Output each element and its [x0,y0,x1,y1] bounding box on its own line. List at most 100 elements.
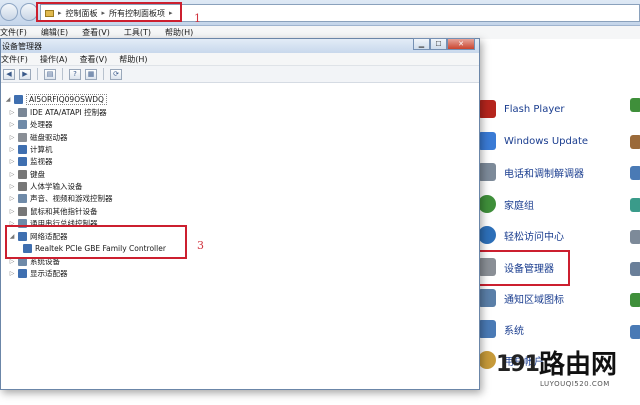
expand-icon[interactable]: ▷ [9,183,15,190]
category-label: 鼠标和其他指针设备 [30,206,98,216]
partial-item-icon[interactable] [630,262,640,276]
category-label: 监视器 [30,156,53,166]
menu-file[interactable]: 文件(F) [0,27,27,38]
minimize-button[interactable]: ▁ [413,38,430,50]
partial-item-icon[interactable] [630,166,640,180]
toolbar-separator [37,68,38,80]
partial-item-icon[interactable] [630,135,640,149]
partial-item-icon[interactable] [630,293,640,307]
maximize-button[interactable]: ☐ [430,38,447,50]
tree-category[interactable]: ▷ 人体学输入设备 [9,180,83,192]
expand-icon[interactable]: ▷ [9,121,15,128]
sound-icon [18,193,27,203]
cp-item-label: 系统 [504,325,524,337]
tree-category[interactable]: ▷ 计算机 [9,143,53,155]
partial-item-icon[interactable] [630,198,640,212]
dm-menu-help[interactable]: 帮助(H) [119,54,147,65]
tree-category[interactable]: ▷ 鼠标和其他指针设备 [9,205,98,217]
help-icon[interactable]: ? [69,68,81,80]
menu-edit[interactable]: 编辑(E) [41,27,68,38]
category-label: 计算机 [30,144,53,154]
back-arrow-icon[interactable]: ◀ [3,68,15,80]
annotation-box-3 [5,225,187,259]
tree-category[interactable]: ▷ 显示适配器 [9,267,68,279]
partial-item-icon[interactable] [630,230,640,244]
annotation-label-1: 1 [194,12,201,25]
cp-item-phone-modem[interactable]: 电话和调制解调器 [478,161,584,183]
homegroup-icon [478,195,496,213]
category-label: IDE ATA/ATAPI 控制器 [30,107,107,117]
tree-root-computer[interactable]: ◢ AI5ORFIQ09OSWDQ [5,93,107,105]
cp-item-label: 家庭组 [504,200,534,212]
category-label: 人体学输入设备 [30,181,83,191]
expand-icon[interactable]: ▷ [9,134,15,141]
scan-hardware-icon[interactable]: ⟳ [110,68,122,80]
category-label: 显示适配器 [30,268,68,278]
dm-menu-file[interactable]: 文件(F) [1,54,28,65]
monitor-icon [18,156,27,166]
expand-icon[interactable]: ▷ [9,270,15,277]
disk-drive-icon [18,132,27,142]
cp-item-flash-player[interactable]: Flash Player [478,98,565,120]
notification-area-icon [478,289,496,307]
properties-icon[interactable]: ▦ [85,68,97,80]
menu-view[interactable]: 查看(V) [82,27,110,38]
forward-arrow-icon[interactable]: ▶ [19,68,31,80]
back-button[interactable] [0,3,18,21]
hid-icon [18,181,27,191]
tree-category[interactable]: ▷ 监视器 [9,155,53,167]
expand-icon[interactable]: ▷ [9,146,15,153]
processor-icon [18,119,27,129]
phone-modem-icon [478,163,496,181]
device-manager-window: 设备管理器 ▁ ☐ ✕ 文件(F) 操作(A) 查看(V) 帮助(H) ◀ ▶ … [0,38,480,390]
device-manager-toolbar: ◀ ▶ ▤ ? ▦ ⟳ [1,66,479,83]
display-adapter-icon [18,268,27,278]
user-accounts-icon [478,351,496,369]
ide-controller-icon [18,107,27,117]
nav-buttons [0,3,38,21]
watermark-brand: 路由网 [538,350,617,380]
category-label: 声音、视频和游戏控制器 [30,193,113,203]
tree-category[interactable]: ▷ IDE ATA/ATAPI 控制器 [9,106,107,118]
expand-icon[interactable]: ▷ [9,109,15,116]
expand-icon[interactable]: ▷ [9,208,15,215]
tree-category[interactable]: ▷ 声音、视频和游戏控制器 [9,192,113,204]
watermark-url: LUYOUQI520.COM [540,380,610,388]
cp-item-notification-area[interactable]: 通知区域图标 [478,287,564,309]
cp-item-homegroup[interactable]: 家庭组 [478,193,534,215]
cp-item-label: 轻松访问中心 [504,231,564,243]
category-label: 键盘 [30,169,45,179]
menu-tools[interactable]: 工具(T) [124,27,151,38]
cp-item-label: 电话和调制解调器 [504,168,584,180]
partial-item-icon[interactable] [630,98,640,112]
computer-root-icon [14,94,23,104]
watermark-logo: 191 路由网 LUYOUQI520.COM [496,350,617,388]
close-button[interactable]: ✕ [447,38,475,50]
window-controls: ▁ ☐ ✕ [413,38,475,50]
tree-category[interactable]: ▷ 键盘 [9,168,45,180]
partial-item-icon[interactable] [630,325,640,339]
dm-menu-action[interactable]: 操作(A) [40,54,68,65]
flash-icon [478,100,496,118]
computer-name: AI5ORFIQ09OSWDQ [26,93,107,105]
cp-item-system[interactable]: 系统 [478,318,524,340]
category-label: 磁盘驱动器 [30,132,68,142]
device-manager-menubar: 文件(F) 操作(A) 查看(V) 帮助(H) [1,53,479,66]
computer-icon [18,144,27,154]
cp-item-windows-update[interactable]: Windows Update [478,130,588,152]
tree-category[interactable]: ▷ 处理器 [9,118,53,130]
system-icon [478,320,496,338]
expand-icon[interactable]: ▷ [9,195,15,202]
show-hide-tree-icon[interactable]: ▤ [44,68,56,80]
expand-icon[interactable]: ▷ [9,171,15,178]
annotation-label-3: 3 [197,239,204,252]
dm-menu-view[interactable]: 查看(V) [80,54,108,65]
expand-icon[interactable]: ▷ [9,158,15,165]
tree-category[interactable]: ▷ 磁盘驱动器 [9,131,68,143]
device-manager-titlebar: 设备管理器 ▁ ☐ ✕ [1,38,479,53]
toolbar-separator [103,68,104,80]
cp-item-ease-of-access[interactable]: 轻松访问中心 [478,224,564,246]
watermark-digits: 191 [496,352,540,377]
collapse-icon[interactable]: ◢ [5,96,11,103]
menu-help[interactable]: 帮助(H) [165,27,193,38]
